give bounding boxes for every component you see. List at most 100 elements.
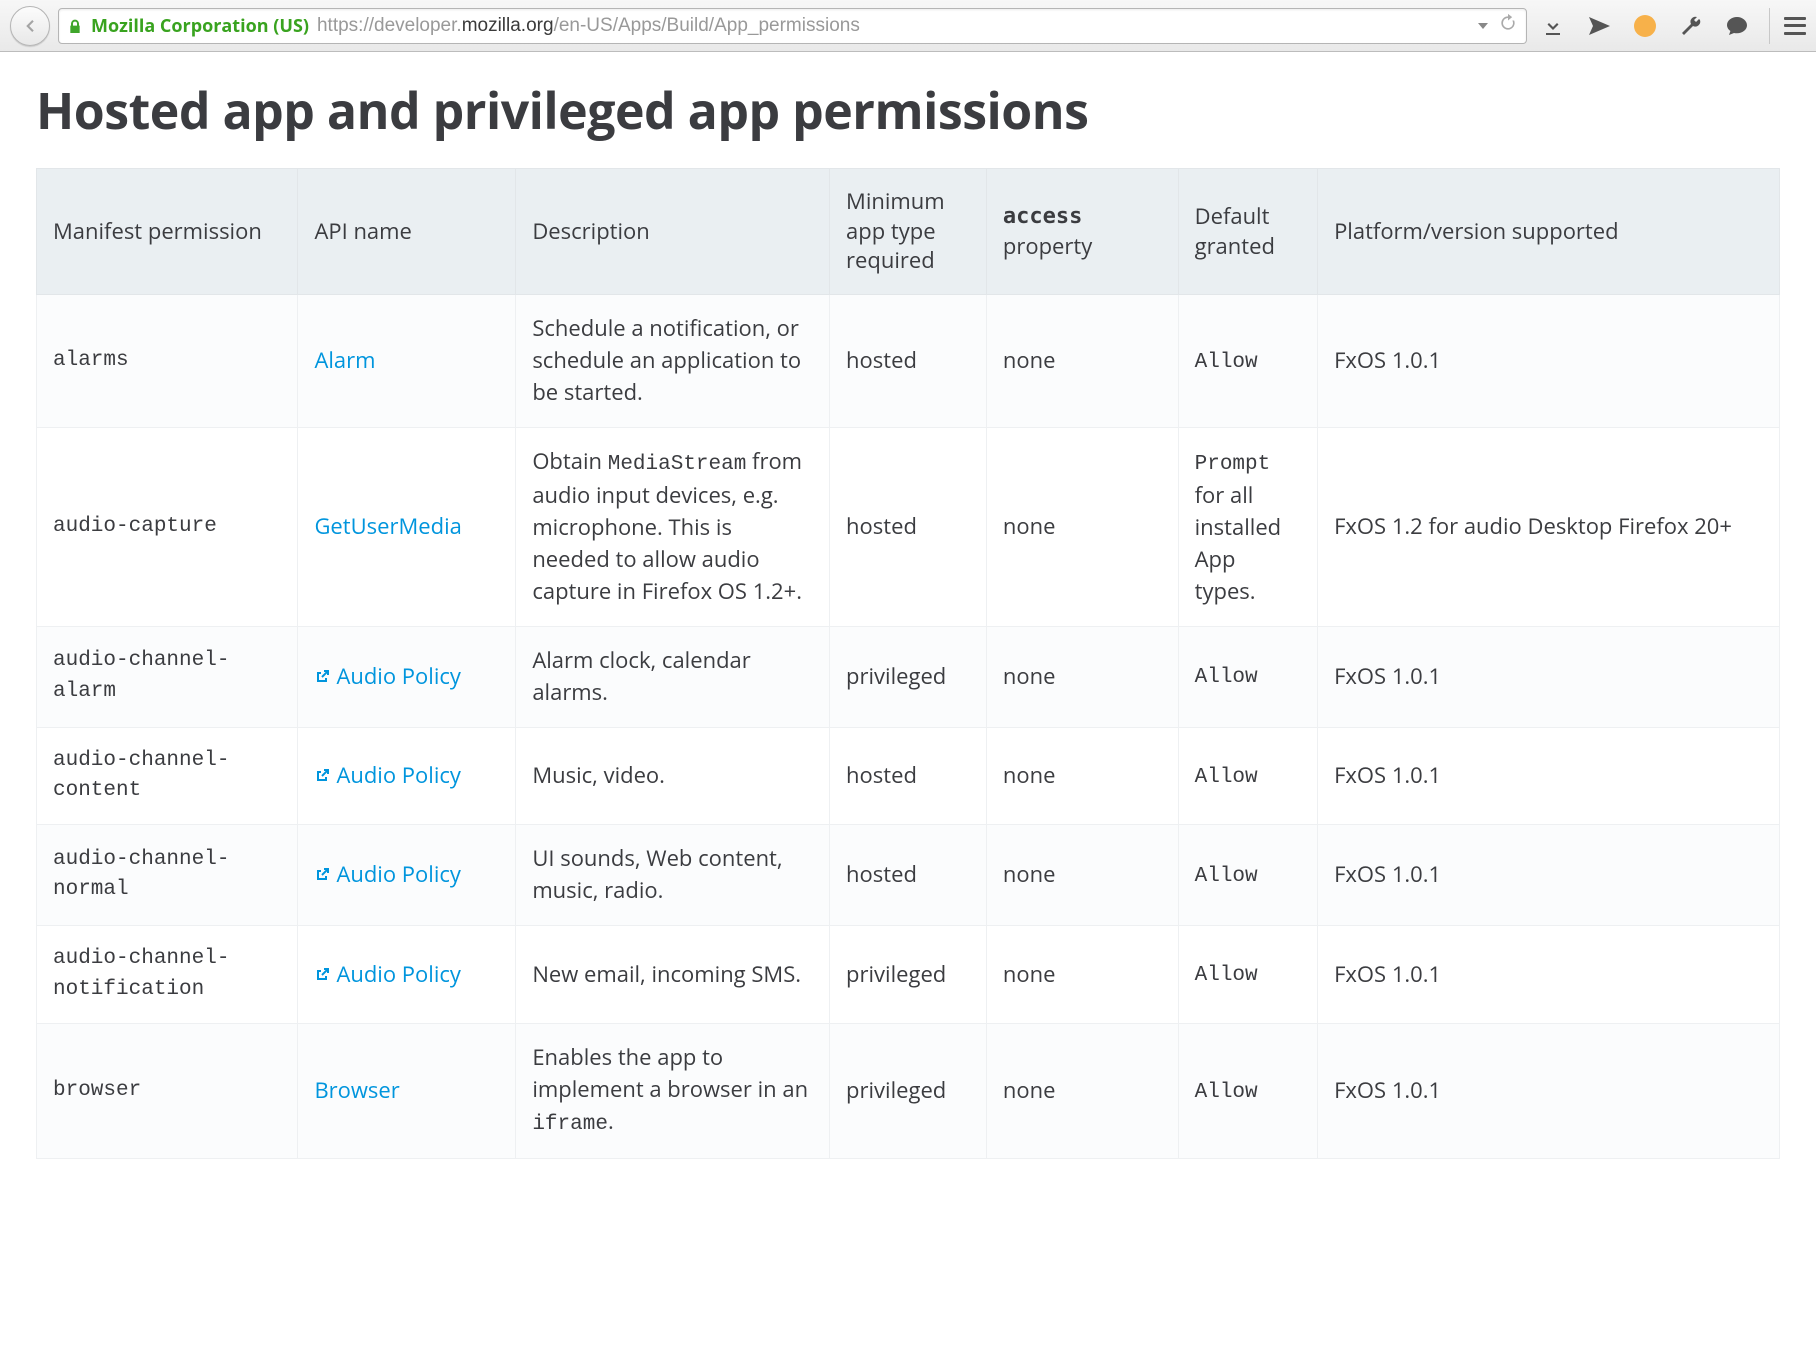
default-granted: Allow — [1178, 626, 1317, 727]
download-icon — [1541, 14, 1565, 38]
api-link[interactable]: Browser — [314, 1075, 399, 1105]
desc-text: Enables the app to implement a browser i… — [532, 1042, 808, 1104]
table-row: alarmsAlarmSchedule a notification, or s… — [37, 295, 1780, 428]
perm-name: alarms — [37, 295, 298, 428]
description-cell: New email, incoming SMS. — [516, 926, 830, 1024]
default-code: Prompt — [1195, 453, 1271, 476]
toolbar-icons — [1535, 14, 1755, 38]
platform-supported: FxOS 1.0.1 — [1318, 626, 1780, 727]
min-apptype: privileged — [830, 926, 987, 1024]
api-link[interactable]: Audio Policy — [314, 760, 461, 790]
col-access-rest: property — [1003, 231, 1092, 261]
access-property: none — [986, 1024, 1178, 1159]
api-link[interactable]: Alarm — [314, 345, 375, 375]
col-min: Minimum app type required — [830, 169, 987, 295]
desc-text: Alarm clock, calendar alarms. — [532, 645, 750, 707]
table-row: audio-channel-normalAudio PolicyUI sound… — [37, 825, 1780, 926]
permissions-table: Manifest permission API name Description… — [36, 168, 1780, 1159]
smiley-icon — [1634, 15, 1656, 37]
api-cell: Audio Policy — [298, 825, 516, 926]
default-code: Allow — [1195, 964, 1258, 987]
min-apptype: hosted — [830, 427, 987, 626]
perm-name: audio-channel-content — [37, 727, 298, 825]
default-granted: Prompt for all installed App types. — [1178, 427, 1317, 626]
access-property: none — [986, 295, 1178, 428]
addon-button[interactable] — [1633, 14, 1657, 38]
description-cell: UI sounds, Web content, music, radio. — [516, 825, 830, 926]
external-link-icon — [314, 959, 330, 989]
col-default: Default granted — [1178, 169, 1317, 295]
table-row: browser Browser Enables the app to impleme… — [37, 1024, 1780, 1159]
platform-supported: FxOS 1.0.1 — [1318, 727, 1780, 825]
table-row: audio-channel-content Audio Policy Music, … — [37, 727, 1780, 825]
description-cell: Obtain MediaStream from audio input devi… — [516, 427, 830, 626]
default-code: Allow — [1195, 1081, 1258, 1104]
url-host: mozilla.org — [462, 15, 554, 36]
default-code: Allow — [1195, 351, 1258, 374]
desc-text: . — [608, 1106, 614, 1136]
perm-name: browser — [37, 1024, 298, 1159]
platform-supported: FxOS 1.0.1 — [1318, 926, 1780, 1024]
perm-name: audio-capture — [37, 427, 298, 626]
perm-name: audio-channel-alarm — [37, 626, 298, 727]
lock-icon — [67, 18, 83, 34]
history-dropdown-icon[interactable] — [1478, 23, 1488, 29]
reload-button[interactable] — [1498, 13, 1518, 38]
address-bar[interactable]: Mozilla Corporation (US) https://develop… — [58, 8, 1527, 44]
access-property: none — [986, 727, 1178, 825]
default-granted: Allow — [1178, 825, 1317, 926]
browser-chrome: Mozilla Corporation (US) https://develop… — [0, 0, 1816, 52]
default-granted: Allow — [1178, 295, 1317, 428]
min-apptype: privileged — [830, 626, 987, 727]
chat-button[interactable] — [1725, 14, 1749, 38]
send-button[interactable] — [1587, 14, 1611, 38]
perm-name: audio-channel-notification — [37, 926, 298, 1024]
url-path: /en-US/Apps/Build/App_permissions — [554, 15, 860, 36]
page-title: Hosted app and privileged app permission… — [36, 76, 1780, 144]
table-header-row: Manifest permission API name Description… — [37, 169, 1780, 295]
desc-text: Music, video. — [532, 760, 665, 790]
desc-code: iframe — [532, 1113, 608, 1136]
api-link[interactable]: Audio Policy — [314, 959, 461, 989]
access-property: none — [986, 825, 1178, 926]
min-apptype: hosted — [830, 727, 987, 825]
desc-text: Obtain — [532, 446, 607, 476]
col-api: API name — [298, 169, 516, 295]
default-granted: Allow — [1178, 1024, 1317, 1159]
url-display: https://developer.mozilla.org/en-US/Apps… — [317, 15, 860, 37]
col-manifest: Manifest permission — [37, 169, 298, 295]
toolbar-separator — [1769, 8, 1770, 44]
table-row: audio-channel-notification Audio Policy Ne… — [37, 926, 1780, 1024]
api-link-label: Browser — [314, 1075, 399, 1105]
desc-code: MediaStream — [608, 453, 747, 476]
api-link-label: Audio Policy — [336, 760, 461, 790]
api-cell: Browser — [298, 1024, 516, 1159]
table-row: audio-capture GetUserMedia Obtain MediaStr… — [37, 427, 1780, 626]
api-link-label: Audio Policy — [336, 661, 461, 691]
min-apptype: hosted — [830, 825, 987, 926]
url-prefix: https://developer. — [317, 15, 462, 36]
dev-tools-button[interactable] — [1679, 14, 1703, 38]
default-code: Allow — [1195, 766, 1258, 789]
back-button[interactable] — [10, 6, 50, 46]
external-link-icon — [314, 859, 330, 889]
api-link[interactable]: Audio Policy — [314, 859, 461, 889]
site-identity: Mozilla Corporation (US) — [91, 14, 309, 38]
downloads-button[interactable] — [1541, 14, 1565, 38]
api-link[interactable]: GetUserMedia — [314, 511, 461, 541]
api-link[interactable]: Audio Policy — [314, 661, 461, 691]
api-cell: Alarm — [298, 295, 516, 428]
external-link-icon — [314, 661, 330, 691]
min-apptype: privileged — [830, 1024, 987, 1159]
default-code: Allow — [1195, 865, 1258, 888]
col-desc: Description — [516, 169, 830, 295]
description-cell: Alarm clock, calendar alarms. — [516, 626, 830, 727]
arrow-left-icon — [21, 17, 39, 35]
default-code: Allow — [1195, 666, 1258, 689]
api-cell: Audio Policy — [298, 626, 516, 727]
api-cell: Audio Policy — [298, 926, 516, 1024]
api-link-label: Alarm — [314, 345, 375, 375]
platform-supported: FxOS 1.0.1 — [1318, 825, 1780, 926]
menu-button[interactable] — [1784, 17, 1806, 35]
api-link-label: Audio Policy — [336, 959, 461, 989]
